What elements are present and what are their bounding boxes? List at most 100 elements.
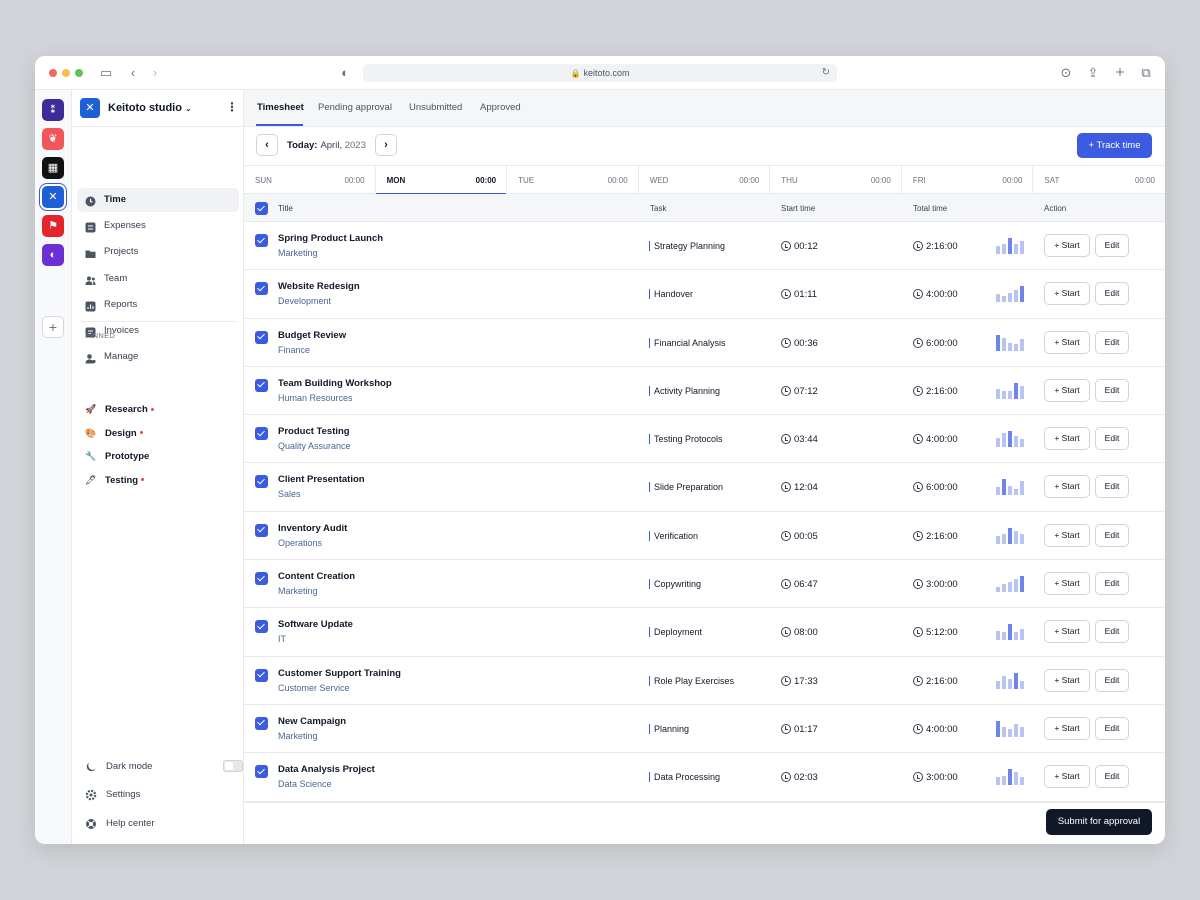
row-checkbox[interactable] bbox=[255, 572, 268, 585]
next-date-button[interactable]: › bbox=[375, 134, 397, 156]
minimize-window-button[interactable] bbox=[62, 69, 70, 77]
sparkline-bar bbox=[1002, 244, 1006, 254]
rail-app-3[interactable]: ▦ bbox=[42, 157, 64, 179]
start-button[interactable]: + Start bbox=[1044, 669, 1090, 692]
track-time-button[interactable]: + Track time bbox=[1077, 133, 1152, 158]
start-button[interactable]: + Start bbox=[1044, 234, 1090, 257]
rail-app-keitoto[interactable]: ✕ bbox=[42, 186, 64, 208]
edit-button[interactable]: Edit bbox=[1095, 234, 1129, 257]
sparkline-bar bbox=[1002, 479, 1006, 495]
edit-button[interactable]: Edit bbox=[1095, 524, 1129, 547]
edit-button[interactable]: Edit bbox=[1095, 669, 1129, 692]
sidebar-item-manage[interactable]: Manage bbox=[77, 345, 239, 369]
active-tab-indicator bbox=[256, 124, 303, 126]
start-button[interactable]: + Start bbox=[1044, 379, 1090, 402]
address-bar[interactable]: 🔒keitoto.com ↻ bbox=[363, 64, 837, 82]
sidebar-toggle-icon[interactable]: ▭ bbox=[98, 65, 114, 81]
start-button[interactable]: + Start bbox=[1044, 331, 1090, 354]
more-vertical-icon[interactable]: ⋮ bbox=[226, 100, 238, 114]
day-thu[interactable]: THU00:00 bbox=[770, 166, 902, 194]
reload-icon[interactable]: ↻ bbox=[822, 64, 830, 82]
pinned-label: Prototype bbox=[105, 451, 149, 462]
row-checkbox[interactable] bbox=[255, 620, 268, 633]
maximize-window-button[interactable] bbox=[75, 69, 83, 77]
start-button[interactable]: + Start bbox=[1044, 427, 1090, 450]
row-checkbox[interactable] bbox=[255, 765, 268, 778]
row-checkbox[interactable] bbox=[255, 234, 268, 247]
dark-mode-toggle[interactable] bbox=[223, 760, 243, 772]
day-wed[interactable]: WED00:00 bbox=[639, 166, 771, 194]
tab-pending-approval[interactable]: Pending approval bbox=[318, 102, 392, 113]
back-icon[interactable]: ‹ bbox=[125, 65, 141, 81]
sidebar-item-expenses[interactable]: Expenses bbox=[77, 214, 239, 238]
day-fri[interactable]: FRI00:00 bbox=[902, 166, 1034, 194]
close-window-button[interactable] bbox=[49, 69, 57, 77]
day-tue[interactable]: TUE00:00 bbox=[507, 166, 639, 194]
add-app-button[interactable]: + bbox=[42, 316, 64, 338]
table-row: Website RedesignDevelopmentHandover01:11… bbox=[244, 270, 1165, 318]
start-button[interactable]: + Start bbox=[1044, 572, 1090, 595]
sparkline-bar bbox=[996, 389, 1000, 399]
table-row: Data Analysis ProjectData ScienceData Pr… bbox=[244, 753, 1165, 801]
help-center-link[interactable]: Help center bbox=[85, 816, 235, 832]
select-all-checkbox[interactable] bbox=[255, 202, 268, 215]
sidebar-item-team[interactable]: Team bbox=[77, 267, 239, 291]
day-name: SAT bbox=[1044, 176, 1059, 185]
row-checkbox[interactable] bbox=[255, 379, 268, 392]
sidebar-item-reports[interactable]: Reports bbox=[77, 293, 239, 317]
new-tab-icon[interactable]: + bbox=[1112, 65, 1128, 81]
clock-icon bbox=[913, 386, 923, 396]
edit-button[interactable]: Edit bbox=[1095, 427, 1129, 450]
settings-link[interactable]: Settings bbox=[85, 787, 235, 803]
row-checkbox[interactable] bbox=[255, 717, 268, 730]
start-button[interactable]: + Start bbox=[1044, 282, 1090, 305]
shield-icon[interactable]: ◐ bbox=[337, 65, 353, 81]
tab-unsubmitted[interactable]: Unsubmitted bbox=[409, 102, 462, 113]
download-icon[interactable]: ⊙ bbox=[1058, 65, 1074, 81]
rail-app-5[interactable]: ⚑ bbox=[42, 215, 64, 237]
table-row: Customer Support TrainingCustomer Servic… bbox=[244, 657, 1165, 705]
sidebar-item-label: Time bbox=[104, 194, 126, 205]
pinned-label-wrap: Prototype bbox=[105, 451, 149, 462]
edit-button[interactable]: Edit bbox=[1095, 765, 1129, 788]
edit-button[interactable]: Edit bbox=[1095, 475, 1129, 498]
rail-app-6[interactable]: ◐ bbox=[42, 244, 64, 266]
start-button[interactable]: + Start bbox=[1044, 765, 1090, 788]
share-icon[interactable]: ⇪ bbox=[1085, 65, 1101, 81]
row-category: Sales bbox=[278, 489, 301, 499]
edit-button[interactable]: Edit bbox=[1095, 282, 1129, 305]
tabs-overview-icon[interactable]: ⧉ bbox=[1138, 65, 1154, 81]
day-sat[interactable]: SAT00:00 bbox=[1033, 166, 1165, 194]
activity-sparkline bbox=[996, 576, 1026, 592]
start-button[interactable]: + Start bbox=[1044, 717, 1090, 740]
previous-date-button[interactable]: ‹ bbox=[256, 134, 278, 156]
start-button[interactable]: + Start bbox=[1044, 620, 1090, 643]
day-sun[interactable]: SUN00:00 bbox=[244, 166, 376, 194]
row-checkbox[interactable] bbox=[255, 331, 268, 344]
start-button[interactable]: + Start bbox=[1044, 475, 1090, 498]
edit-button[interactable]: Edit bbox=[1095, 717, 1129, 740]
workspace-switcher[interactable]: ✕ Keitoto studio ⌄ ⋮ bbox=[80, 98, 238, 120]
row-checkbox[interactable] bbox=[255, 524, 268, 537]
submit-for-approval-button[interactable]: Submit for approval bbox=[1046, 809, 1152, 835]
row-total-time: 2:16:00 bbox=[926, 531, 958, 542]
rail-app-1[interactable]: ⁑ bbox=[42, 99, 64, 121]
forward-icon[interactable]: › bbox=[147, 65, 163, 81]
sidebar-item-projects[interactable]: Projects bbox=[77, 240, 239, 264]
row-checkbox[interactable] bbox=[255, 282, 268, 295]
edit-button[interactable]: Edit bbox=[1095, 620, 1129, 643]
footer-bar: Submit for approval bbox=[244, 802, 1165, 844]
edit-button[interactable]: Edit bbox=[1095, 572, 1129, 595]
rail-app-2[interactable]: ❦ bbox=[42, 128, 64, 150]
row-checkbox[interactable] bbox=[255, 669, 268, 682]
sidebar-item-time[interactable]: Time bbox=[77, 188, 239, 212]
edit-button[interactable]: Edit bbox=[1095, 331, 1129, 354]
row-checkbox[interactable] bbox=[255, 475, 268, 488]
edit-button[interactable]: Edit bbox=[1095, 379, 1129, 402]
tab-timesheet[interactable]: Timesheet bbox=[257, 102, 304, 113]
start-button[interactable]: + Start bbox=[1044, 524, 1090, 547]
tab-approved[interactable]: Approved bbox=[480, 102, 521, 113]
day-mon[interactable]: MON00:00 bbox=[376, 166, 508, 194]
settings-label: Settings bbox=[106, 789, 140, 800]
row-checkbox[interactable] bbox=[255, 427, 268, 440]
